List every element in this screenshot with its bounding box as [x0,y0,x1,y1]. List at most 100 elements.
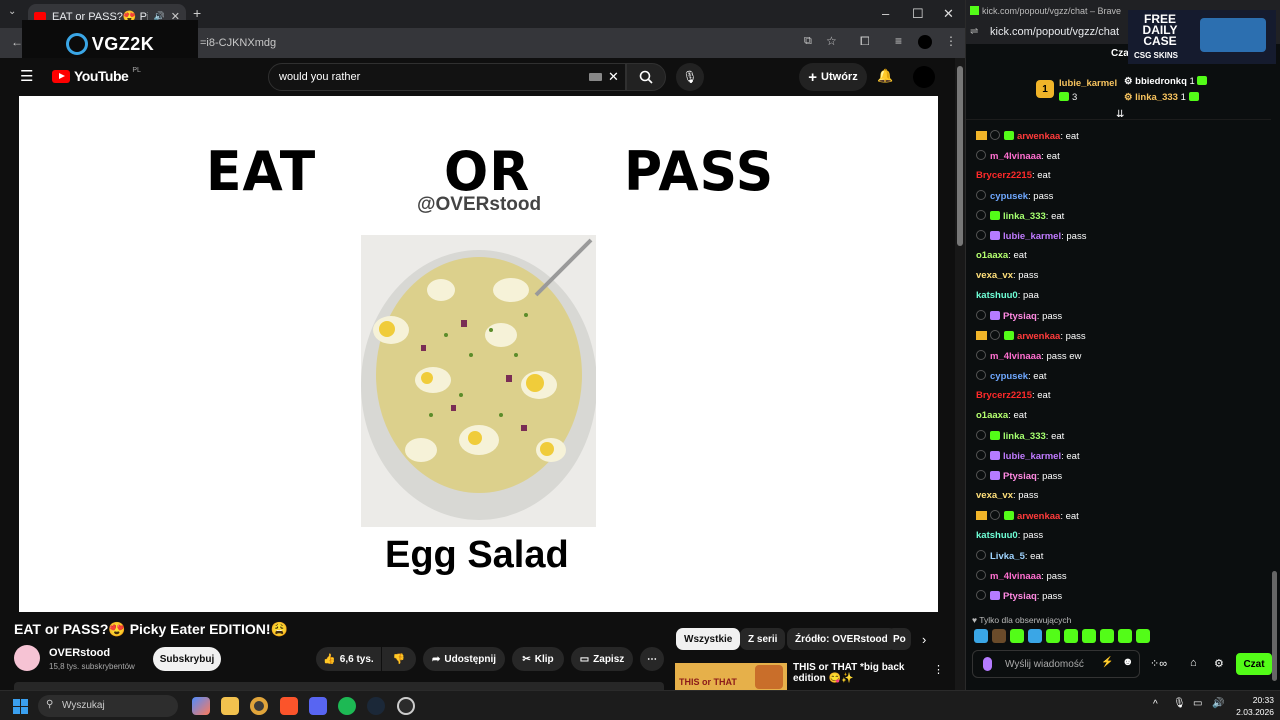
profile-icon[interactable] [918,35,932,49]
clear-search-icon[interactable]: ✕ [608,69,619,85]
expand-leaderboard-icon[interactable]: ⇊ [1116,109,1124,120]
recommended-menu-icon[interactable]: ⋮ [933,663,944,676]
copilot-icon[interactable] [192,697,210,715]
chat-username[interactable]: katshuu0 [976,290,1018,301]
tray-display-icon[interactable]: ▭ [1193,698,1202,709]
chat-username[interactable]: cypusek [990,191,1028,202]
chat-username[interactable]: m_4lvinaaa [990,571,1041,582]
chip-more[interactable]: Po [887,628,911,650]
chat-message-input[interactable]: Wyślij wiadomość ⚡ ☻ [972,650,1140,678]
keyboard-icon[interactable] [589,73,602,81]
start-windows-icon[interactable] [13,699,28,714]
store-icon[interactable]: ⌂ [1190,657,1197,669]
csgo-skins-ad[interactable]: FREE DAILY CASE CSG SKINS [1128,10,1276,64]
chip-source[interactable]: Źródło: OVERstood [787,628,896,650]
channel-name[interactable]: OVERstood [49,647,110,659]
emote-icon[interactable] [1082,629,1096,643]
chat-username[interactable]: katshuu0 [976,530,1018,541]
leader-1-name[interactable]: lubie_karmel [1059,78,1117,89]
video-player[interactable]: EAT OR PASS @OVERstood Egg Salad [19,96,938,612]
chat-username[interactable]: o1aaxa [976,250,1008,261]
more-actions-button[interactable]: ⋯ [640,647,664,671]
send-chat-button[interactable]: Czat [1236,653,1272,675]
media-control-icon[interactable]: ≡ [895,34,902,48]
chat-username[interactable]: Ptysiaq [1003,471,1037,482]
emote-bar[interactable] [974,629,1150,643]
chat-username[interactable]: Brycerz2215 [976,390,1032,401]
like-button[interactable]: 👍 6,6 tys. [316,647,381,671]
discord-icon[interactable] [309,697,327,715]
url-text[interactable]: =i8-CJKNXmdg [200,37,276,49]
new-tab-icon[interactable]: + [193,5,201,21]
voice-search-button[interactable]: 🎙 [676,63,704,91]
site-info-icon[interactable]: ⇌ [970,26,978,37]
hamburger-menu-icon[interactable]: ☰ [20,67,33,85]
chat-scrollbar[interactable] [1271,66,1279,686]
chat-username[interactable]: linka_333 [1003,431,1046,442]
emote-icon[interactable] [974,629,988,643]
chip-all[interactable]: Wszystkie [676,628,741,650]
youtube-logo[interactable]: YouTube PL [52,67,141,84]
tray-expand-icon[interactable]: ^ [1153,699,1158,710]
chat-username[interactable]: cypusek [990,371,1028,382]
subscribe-button[interactable]: Subskrybuj [153,647,221,671]
chat-username[interactable]: vexa_vx [976,270,1013,281]
chat-username[interactable]: lubie_karmel [1003,231,1061,242]
emote-icon[interactable] [1028,629,1042,643]
close-window-icon[interactable]: ✕ [943,6,954,22]
search-input[interactable]: would you rather ✕ [268,63,626,91]
chat-username[interactable]: Livka_5 [990,551,1025,562]
tray-volume-icon[interactable]: 🔊 [1212,698,1224,709]
install-icon[interactable]: ⧉ [804,35,812,48]
taskbar-clock[interactable]: 20:33 2.03.2026 [1234,694,1274,718]
brave-icon[interactable] [280,697,298,715]
emote-icon[interactable] [1046,629,1060,643]
chat-username[interactable]: lubie_karmel [1003,451,1061,462]
page-scrollbar[interactable] [955,58,965,690]
account-avatar[interactable] [913,66,935,88]
bookmark-star-icon[interactable]: ☆ [826,34,837,48]
search-button[interactable] [626,63,666,91]
spotify-icon[interactable] [338,697,356,715]
save-button[interactable]: ▭ Zapisz [571,647,633,671]
chat-username[interactable]: vexa_vx [976,490,1013,501]
description-box[interactable] [14,682,664,690]
minimize-icon[interactable]: – [882,6,889,21]
tab-list-icon[interactable]: ⌄ [8,6,16,17]
points-icon[interactable]: ⁘∞ [1150,657,1167,670]
emote-icon[interactable] [1136,629,1150,643]
emote-icon[interactable] [1118,629,1132,643]
emote-icon[interactable] [1064,629,1078,643]
emote-icon[interactable] [992,629,1006,643]
chat-username[interactable]: Ptysiaq [1003,591,1037,602]
create-button[interactable]: + Utwórz [799,63,867,91]
extensions-icon[interactable]: ⧠ [860,34,870,49]
file-explorer-icon[interactable] [221,697,239,715]
dislike-button[interactable]: 👎 [382,647,416,671]
commands-icon[interactable]: ⚡ [1101,657,1113,668]
chat-settings-icon[interactable]: ⚙ [1214,657,1224,670]
chip-series[interactable]: Z serii [740,628,786,650]
emote-icon[interactable] [1100,629,1114,643]
chat-username[interactable]: o1aaxa [976,410,1008,421]
clip-button[interactable]: ✂ Klip [512,647,564,671]
chat-username[interactable]: Ptysiaq [1003,311,1037,322]
recommended-title[interactable]: THIS or THAT *big back edition 😋✨ [793,662,933,684]
chat-username[interactable]: arwenkaa [1017,511,1060,522]
tray-mic-icon[interactable]: 🎙 [1173,698,1186,709]
mic-emote-icon[interactable] [983,657,992,671]
chat-username[interactable]: arwenkaa [1017,331,1060,342]
leader-2[interactable]: ⚙ bbiedronkq 1 [1124,76,1210,87]
chat-username[interactable]: m_4lvinaaa [990,151,1041,162]
chat-username[interactable]: Brycerz2215 [976,170,1032,181]
chat-username[interactable]: m_4lvinaaa [990,351,1041,362]
chat-username[interactable]: arwenkaa [1017,131,1060,142]
chrome-icon[interactable] [250,697,268,715]
notifications-bell-icon[interactable]: 🔔 [877,68,893,84]
leader-3[interactable]: ⚙ linka_333 1 [1124,92,1202,103]
recommended-thumbnail[interactable]: THIS or THAT [675,663,787,691]
chips-next-icon[interactable]: › [922,632,926,647]
emote-icon[interactable] [1010,629,1024,643]
chat-scrollbar-thumb[interactable] [1272,571,1277,681]
obs-icon[interactable] [397,697,415,715]
